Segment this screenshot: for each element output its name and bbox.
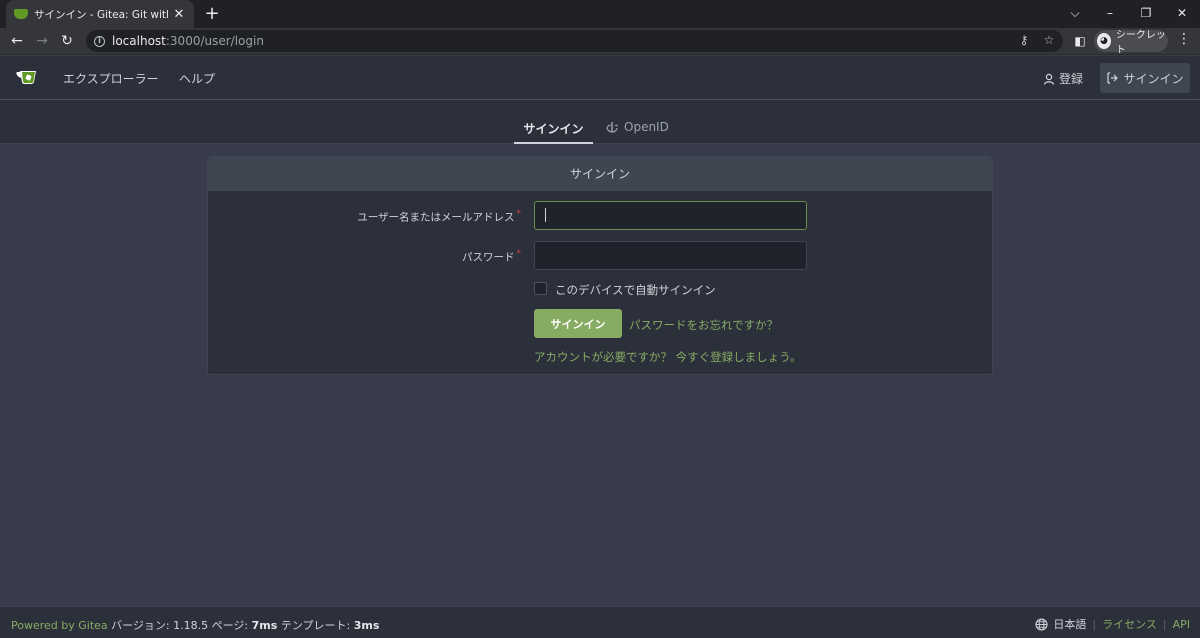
reload-button[interactable]: ↻ xyxy=(56,31,78,51)
required-mark: * xyxy=(516,209,522,219)
browser-tab[interactable]: サインイン - Gitea: Git with a cup of tea ✕ xyxy=(6,0,194,28)
bookmark-star-icon[interactable]: ☆ xyxy=(1041,33,1057,47)
openid-icon xyxy=(606,122,618,133)
footer-info: Powered by Gitea バージョン: 1.18.5 ページ: 7ms … xyxy=(11,617,379,633)
site-footer: Powered by Gitea バージョン: 1.18.5 ページ: 7ms … xyxy=(0,606,1200,638)
username-label: ユーザー名またはメールアドレス * xyxy=(357,209,522,224)
incognito-profile-button[interactable]: ◕ シークレット xyxy=(1094,30,1168,56)
template-time-value: 3ms xyxy=(353,619,380,632)
key-icon[interactable]: ⚷ xyxy=(1016,33,1032,47)
signin-submit-button[interactable]: サインイン xyxy=(534,309,622,338)
tab-openid-label: OpenID xyxy=(624,120,669,134)
person-icon xyxy=(1043,73,1055,85)
nav-help[interactable]: ヘルプ xyxy=(179,70,215,87)
tab-signin[interactable]: サインイン xyxy=(514,120,593,144)
back-button[interactable]: ← xyxy=(6,31,28,51)
password-input[interactable] xyxy=(534,241,807,270)
language-selector[interactable]: 日本語 xyxy=(1053,616,1086,632)
sign-in-icon xyxy=(1107,72,1119,84)
tab-search-chevron-icon[interactable]: ⌵ xyxy=(1057,0,1093,28)
version-value: 1.18.5 xyxy=(173,619,209,632)
powered-by-link[interactable]: Powered by Gitea xyxy=(11,619,108,632)
login-form: サインイン ユーザー名またはメールアドレス * パスワード * このデバイスで自動サ… xyxy=(207,156,993,375)
new-tab-button[interactable]: + xyxy=(202,4,222,24)
page-time-value: 7ms xyxy=(251,619,278,632)
browser-tabstrip: サインイン - Gitea: Git with a cup of tea ✕ +… xyxy=(0,0,1200,28)
license-link[interactable]: ライセンス xyxy=(1102,616,1157,632)
register-label: 登録 xyxy=(1059,72,1084,86)
login-tabs: サインイン OpenID xyxy=(0,100,1200,144)
footer-links: 日本語 | ライセンス | API xyxy=(1035,616,1190,632)
required-mark: * xyxy=(516,249,522,259)
tab-title: サインイン - Gitea: Git with a cup of tea xyxy=(34,8,168,21)
remember-label[interactable]: このデバイスで自動サインイン xyxy=(555,282,716,298)
url-host: localhost xyxy=(112,34,166,48)
restore-button[interactable]: ❐ xyxy=(1128,0,1164,28)
page-time-label: ページ: xyxy=(211,619,249,632)
minimize-button[interactable]: – xyxy=(1092,0,1128,28)
tab-openid[interactable]: OpenID xyxy=(605,120,669,134)
register-link[interactable]: 登録 xyxy=(1043,70,1083,87)
gitea-favicon-icon xyxy=(14,9,28,19)
register-now-link[interactable]: アカウントが必要ですか？ 今すぐ登録しましょう。 xyxy=(534,349,801,365)
header-signin-button[interactable]: サインイン xyxy=(1100,63,1190,93)
nav-explore[interactable]: エクスプローラー xyxy=(63,70,159,87)
version-label: バージョン: xyxy=(111,619,170,632)
site-header: エクスプローラー ヘルプ 登録 サインイン xyxy=(0,56,1200,100)
gitea-logo-icon[interactable] xyxy=(16,69,40,85)
header-signin-label: サインイン xyxy=(1123,71,1184,86)
site-info-icon[interactable]: i xyxy=(94,35,105,47)
browser-menu-icon[interactable]: ⋮ xyxy=(1176,31,1192,47)
form-title: サインイン xyxy=(208,157,992,191)
api-link[interactable]: API xyxy=(1173,618,1190,631)
forgot-password-link[interactable]: パスワードをお忘れですか？ xyxy=(629,317,778,333)
browser-toolbar: ← → ↻ i localhost:3000/user/login ⚷ ☆ ◧ … xyxy=(0,28,1200,56)
divider: | xyxy=(1162,617,1167,631)
close-window-button[interactable]: ✕ xyxy=(1164,0,1200,28)
username-input[interactable] xyxy=(534,201,807,230)
forward-button[interactable]: → xyxy=(31,31,53,51)
template-time-label: テンプレート: xyxy=(280,619,351,632)
tab-close-icon[interactable]: ✕ xyxy=(172,7,186,22)
text-caret xyxy=(545,208,546,222)
password-label: パスワード * xyxy=(462,249,522,264)
remember-checkbox[interactable] xyxy=(534,282,547,295)
globe-icon xyxy=(1035,617,1048,631)
side-panel-icon[interactable]: ◧ xyxy=(1069,31,1091,51)
profile-label: シークレット xyxy=(1115,30,1166,56)
incognito-icon: ◕ xyxy=(1097,33,1111,49)
url-path: :3000/user/login xyxy=(165,34,264,48)
divider: | xyxy=(1092,617,1097,631)
address-bar[interactable]: i localhost:3000/user/login ⚷ ☆ xyxy=(86,30,1063,52)
